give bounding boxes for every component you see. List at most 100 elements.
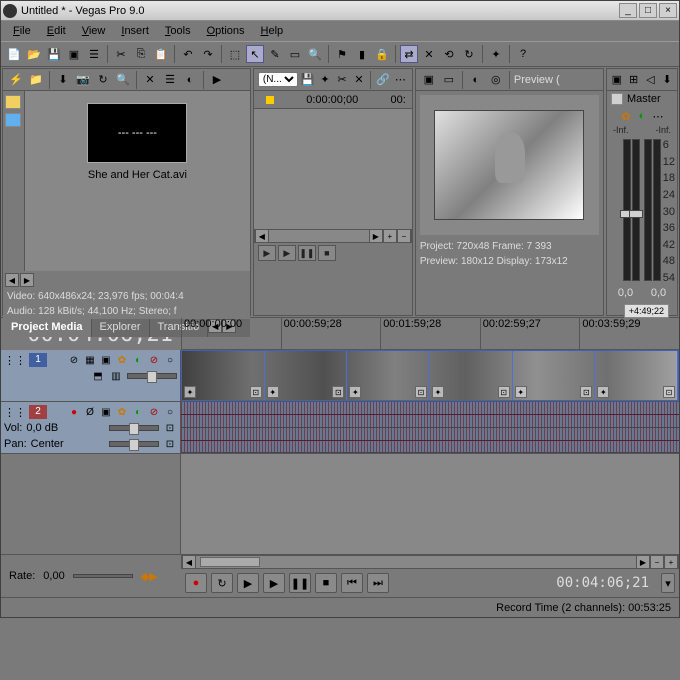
media-filename[interactable]: She and Her Cat.avi — [25, 169, 250, 181]
marker-flag[interactable]: +4:49;22 — [624, 304, 669, 318]
video-track-header[interactable]: ⋮⋮ 1 ⊘ ▦ ▣ ✿ ◐ ⊘ ○ ⬒ ▥ — [1, 350, 181, 401]
scroll-left-button[interactable]: ◀ — [5, 273, 19, 287]
menu-view[interactable]: View — [74, 23, 114, 39]
trimmer-zoom-in[interactable]: + — [383, 229, 397, 243]
timeline-scrollbar[interactable]: ◀ ▶ − + — [181, 555, 679, 569]
volume-slider[interactable] — [109, 425, 159, 431]
scroll-right-button[interactable]: ▶ — [20, 273, 34, 287]
preview-fx-button[interactable]: ▣ — [420, 71, 438, 89]
minimize-button[interactable]: _ — [619, 3, 637, 18]
trimmer-pause-button[interactable]: ❚❚ — [298, 245, 316, 261]
ripple-button[interactable]: ⇄ — [400, 45, 418, 63]
loop-button[interactable]: ↻ — [460, 45, 478, 63]
play-start-button[interactable]: ▶ — [237, 573, 259, 593]
clip-fx-icon[interactable]: ✦ — [267, 386, 279, 398]
track-mute-icon[interactable]: ⊘ — [147, 405, 161, 419]
record-button[interactable]: ● — [185, 573, 207, 593]
crossfade-button[interactable]: ✕ — [420, 45, 438, 63]
audio-track-header[interactable]: ⋮⋮ 2 ● Ø ▣ ✿ ◐ ⊘ ○ Vol: 0,0 dB — [1, 402, 181, 453]
scroll-right-button[interactable]: ▶ — [636, 555, 650, 569]
media-delete-button[interactable]: ✕ — [141, 71, 159, 89]
media-search-button[interactable]: 🔍 — [114, 71, 132, 89]
timeline-ruler[interactable]: +4:49;22 00:00:00;00 00:00:59;28 00:01:5… — [181, 318, 679, 350]
trimmer-viewport[interactable] — [254, 109, 412, 229]
clip-pan-icon[interactable]: ⊡ — [250, 386, 262, 398]
media-replace-button[interactable]: ↻ — [94, 71, 112, 89]
trimmer-fx-button[interactable]: ✦ — [318, 71, 333, 89]
envelope-tool[interactable]: ✎ — [266, 45, 284, 63]
close-button[interactable]: × — [659, 3, 677, 18]
cut-button[interactable]: ✂ — [112, 45, 130, 63]
snap-button[interactable]: ⬚ — [226, 45, 244, 63]
media-fx-button[interactable]: ◐ — [181, 71, 199, 89]
media-import-button[interactable]: ⬇ — [54, 71, 72, 89]
maximize-button[interactable]: □ — [639, 3, 657, 18]
track-record-icon[interactable]: ● — [67, 405, 81, 419]
track-automation-icon[interactable]: ◐ — [131, 353, 145, 367]
transport-timecode[interactable]: 00:04:06;21 — [548, 575, 657, 591]
clip-fx-icon[interactable]: ✦ — [184, 386, 196, 398]
audio-clip-right[interactable] — [181, 428, 679, 454]
preview-ext-button[interactable]: ▭ — [440, 71, 458, 89]
copy-button[interactable]: ⎘ — [132, 45, 150, 63]
clip-pan-icon[interactable]: ⊡ — [332, 386, 344, 398]
menu-tools[interactable]: Tools — [157, 23, 199, 39]
lock-button[interactable]: 🔒 — [373, 45, 391, 63]
stop-button[interactable]: ■ — [315, 573, 337, 593]
help-button[interactable]: ? — [514, 45, 532, 63]
bin-icon[interactable] — [5, 113, 21, 127]
track-parent-icon[interactable]: ▥ — [109, 369, 123, 383]
mixer-dim-button[interactable]: ◁ — [643, 71, 659, 89]
trimmer-scroll-right[interactable]: ▶ — [369, 229, 383, 243]
fader-right[interactable] — [632, 139, 640, 281]
preview-split-button[interactable]: ◐ — [467, 71, 485, 89]
clip-fx-icon[interactable]: ✦ — [597, 386, 609, 398]
tab-project-media[interactable]: Project Media — [3, 319, 92, 337]
pan-slider[interactable] — [109, 441, 159, 447]
track-drag-icon[interactable]: ⋮⋮ — [4, 406, 26, 419]
clip-fx-icon[interactable]: ✦ — [349, 386, 361, 398]
preview-safe-button[interactable]: ◎ — [487, 71, 505, 89]
track-drag-icon[interactable]: ⋮⋮ — [4, 354, 26, 367]
menu-options[interactable]: Options — [199, 23, 253, 39]
render-button[interactable]: ▣ — [65, 45, 83, 63]
track-fx-icon[interactable]: ▣ — [99, 405, 113, 419]
video-track-content[interactable]: ✦⊡ ✦⊡ ✦⊡ ✦⊡ ✦⊡ ✦⊡ — [181, 350, 679, 401]
track-bypass-icon[interactable]: ⊘ — [67, 353, 81, 367]
timeline-empty-area[interactable] — [1, 454, 679, 554]
trimmer-select[interactable]: (N... — [258, 72, 298, 87]
track-invert-icon[interactable]: Ø — [83, 405, 97, 419]
track-solo-icon[interactable]: ○ — [163, 405, 177, 419]
media-capture-button[interactable]: 📷 — [74, 71, 92, 89]
track-motion-icon[interactable]: ▦ — [83, 353, 97, 367]
scroll-left-button[interactable]: ◀ — [182, 555, 196, 569]
new-button[interactable]: 📄 — [5, 45, 23, 63]
trimmer-more-button[interactable]: ⋯ — [393, 71, 408, 89]
rate-scrub-icon[interactable]: ◆▶ — [141, 570, 158, 583]
clip-pan-icon[interactable]: ⊡ — [580, 386, 592, 398]
master-gear-icon[interactable]: ✿ — [619, 109, 633, 123]
select-tool[interactable]: ▭ — [286, 45, 304, 63]
go-start-button[interactable]: ⏮ — [341, 573, 363, 593]
trimmer-save-button[interactable]: 💾 — [300, 71, 316, 89]
tab-explorer[interactable]: Explorer — [92, 319, 150, 337]
auto-ripple-button[interactable]: ⟲ — [440, 45, 458, 63]
redo-button[interactable]: ↷ — [199, 45, 217, 63]
menu-file[interactable]: File — [5, 23, 39, 39]
zoom-out-button[interactable]: − — [650, 555, 664, 569]
track-gear-icon[interactable]: ✿ — [115, 353, 129, 367]
trimmer-cut-button[interactable]: ✂ — [335, 71, 350, 89]
save-button[interactable]: 💾 — [45, 45, 63, 63]
media-list[interactable]: --- --- --- She and Her Cat.avi — [25, 91, 250, 271]
trimmer-zoom-out[interactable]: − — [397, 229, 411, 243]
region-button[interactable]: ▮ — [353, 45, 371, 63]
trimmer-delete-button[interactable]: ✕ — [351, 71, 366, 89]
go-end-button[interactable]: ⏭ — [367, 573, 389, 593]
mixer-bus-button[interactable]: ⊞ — [626, 71, 642, 89]
track-gear-icon[interactable]: ✿ — [115, 405, 129, 419]
media-thumbnail[interactable]: --- --- --- — [87, 103, 187, 163]
track-mute-icon[interactable]: ⊘ — [147, 353, 161, 367]
scroll-thumb[interactable] — [200, 557, 260, 567]
media-folder-button[interactable]: 📁 — [27, 71, 45, 89]
master-output-icon[interactable] — [611, 93, 623, 105]
